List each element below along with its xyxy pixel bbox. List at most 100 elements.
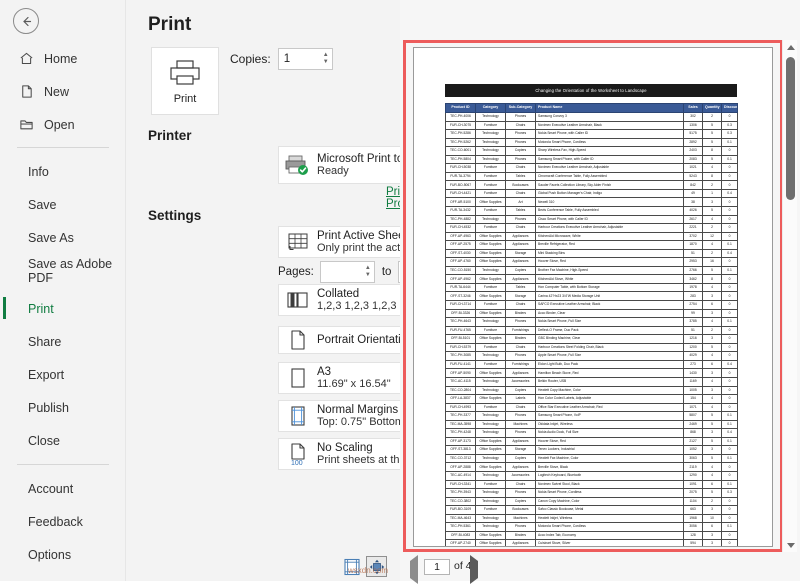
cell-category: Office Supplies — [476, 540, 506, 547]
copies-spin-arrows[interactable]: ▲ ▼ — [323, 50, 329, 68]
copies-stepper[interactable]: 1 ▲ ▼ — [278, 48, 333, 70]
cell-category: Furniture — [476, 172, 506, 181]
pages-from-input[interactable]: ▲ ▼ — [320, 261, 375, 283]
cell-sales: 38 — [684, 198, 703, 207]
back-button[interactable] — [13, 8, 39, 34]
sidebar-item-close[interactable]: Close — [0, 424, 126, 457]
cell-product-id: TEC-PH-3377 — [446, 412, 476, 421]
new-document-icon — [17, 82, 36, 101]
sidebar-item-share[interactable]: Share — [0, 325, 126, 358]
cell-discount: 0 — [722, 343, 738, 352]
print-button[interactable]: Print — [151, 47, 219, 115]
cell-category: Technology — [476, 523, 506, 532]
cell-sub-category: Tables — [506, 207, 536, 216]
cell-product-name: Nokia Smart Phone, Full Size — [536, 318, 684, 327]
cell-sub-category: Appliances — [506, 540, 536, 547]
cell-quantity: 2 — [703, 326, 722, 335]
cell-discount: 0.1 — [722, 523, 738, 532]
cell-sales: 2754 — [684, 301, 703, 310]
cell-product-id: FUR-TA-3432 — [446, 207, 476, 216]
sidebar-item-save-as[interactable]: Save As — [0, 221, 126, 254]
scrollbar-thumb[interactable] — [786, 57, 795, 200]
sheet-title-banner: Changing the Orientation of the Workshee… — [445, 84, 737, 97]
cell-quantity: 5 — [703, 138, 722, 147]
cell-discount: 0 — [722, 326, 738, 335]
cell-product-id: FUR-CH-4993 — [446, 403, 476, 412]
backstage-navigation: Home New Open Info — [0, 0, 126, 581]
preview-scrollbar[interactable] — [782, 40, 797, 552]
cell-product-name: Nokia Audio Dock, Full Size — [536, 429, 684, 438]
cell-category: Technology — [476, 130, 506, 139]
cell-sub-category: Phones — [506, 429, 536, 438]
sidebar-item-new[interactable]: New — [0, 75, 126, 108]
cell-product-id: TEC-AC-4115 — [446, 377, 476, 386]
cell-discount: 0.1 — [722, 480, 738, 489]
cell-discount: 0 — [722, 540, 738, 547]
sidebar-item-label: Share — [28, 335, 61, 349]
copies-label: Copies: — [230, 52, 271, 66]
sidebar-item-open[interactable]: Open — [0, 108, 126, 141]
cell-sales: 1021 — [684, 164, 703, 173]
show-margins-button[interactable] — [343, 558, 361, 576]
sidebar-item-save-as-adobe-pdf[interactable]: Save as Adobe PDF — [0, 254, 126, 292]
sidebar-item-info[interactable]: Info — [0, 155, 126, 188]
sidebar-item-feedback[interactable]: Feedback — [0, 505, 126, 538]
cell-product-id: OFF-AP-3173 — [446, 437, 476, 446]
preview-page[interactable]: Changing the Orientation of the Workshee… — [413, 47, 773, 547]
cell-sales: 3462 — [684, 275, 703, 284]
next-page-button[interactable] — [470, 561, 478, 579]
sidebar-item-home[interactable]: Home — [0, 42, 126, 75]
cell-product-name: Canon Copy Machine, Color — [536, 497, 684, 506]
sidebar-item-label: Close — [28, 434, 60, 448]
sidebar-item-save[interactable]: Save — [0, 188, 126, 221]
cell-category: Technology — [476, 138, 506, 147]
cell-quantity: 6 — [703, 480, 722, 489]
cell-quantity: 5 — [703, 130, 722, 139]
cell-sales: 3056 — [684, 523, 703, 532]
sidebar-item-options[interactable]: Options — [0, 538, 126, 571]
cell-discount: 0.4 — [722, 249, 738, 258]
cell-sales: 1091 — [684, 480, 703, 489]
table-row: FUR-CH-3714FurnitureChairsSAFCO Executiv… — [446, 301, 738, 310]
cell-discount: 0 — [722, 198, 738, 207]
cell-product-name: Samsung Smart Phone, VoIP — [536, 412, 684, 421]
scroll-down-arrow-icon[interactable] — [783, 538, 798, 552]
home-icon — [17, 49, 36, 68]
cell-sales: 2892 — [684, 138, 703, 147]
cell-category: Technology — [476, 215, 506, 224]
cell-discount: 0 — [722, 224, 738, 233]
cell-product-id: FUR-FU-4141 — [446, 360, 476, 369]
sidebar-item-label: Publish — [28, 401, 69, 415]
sidebar-item-export[interactable]: Export — [0, 358, 126, 391]
sidebar-item-print[interactable]: Print — [0, 292, 126, 325]
zoom-to-page-button[interactable] — [366, 556, 387, 577]
cell-category: Furniture — [476, 480, 506, 489]
sidebar-item-account[interactable]: Account — [0, 472, 126, 505]
cell-sub-category: Appliances — [506, 463, 536, 472]
cell-sub-category: Accessories — [506, 471, 536, 480]
sidebar-item-publish[interactable]: Publish — [0, 391, 126, 424]
cell-sales: 4029 — [684, 352, 703, 361]
cell-product-id: FUR-BO-3109 — [446, 506, 476, 515]
cell-discount: 0 — [722, 395, 738, 404]
table-row: FUR-TA-3432FurnitureTablesBevis Conferen… — [446, 207, 738, 216]
cell-sales: 2766 — [684, 266, 703, 275]
cell-sub-category: Chairs — [506, 164, 536, 173]
table-row: TEC-PH-4882TechnologyPhonesCisco Smart P… — [446, 215, 738, 224]
page-number-input[interactable]: 1 — [424, 559, 450, 575]
cell-discount: 0.4 — [722, 429, 738, 438]
pages-from-spin-arrows[interactable]: ▲ ▼ — [365, 263, 371, 281]
nav-divider-top — [17, 147, 109, 148]
table-row: OFF-AP-2740Office SuppliesAppliancesCuis… — [446, 540, 738, 547]
scroll-up-arrow-icon[interactable] — [783, 40, 798, 54]
previous-page-button[interactable] — [410, 561, 418, 579]
cell-sub-category: Phones — [506, 215, 536, 224]
cell-sub-category: Tables — [506, 283, 536, 292]
column-header-discount: Discount — [722, 104, 738, 113]
cell-category: Technology — [476, 454, 506, 463]
cell-discount: 0 — [722, 403, 738, 412]
cell-sales: 868 — [684, 429, 703, 438]
cell-sales: 128 — [684, 531, 703, 540]
cell-category: Furniture — [476, 301, 506, 310]
column-header-sub-category: Sub-Category — [506, 104, 536, 113]
